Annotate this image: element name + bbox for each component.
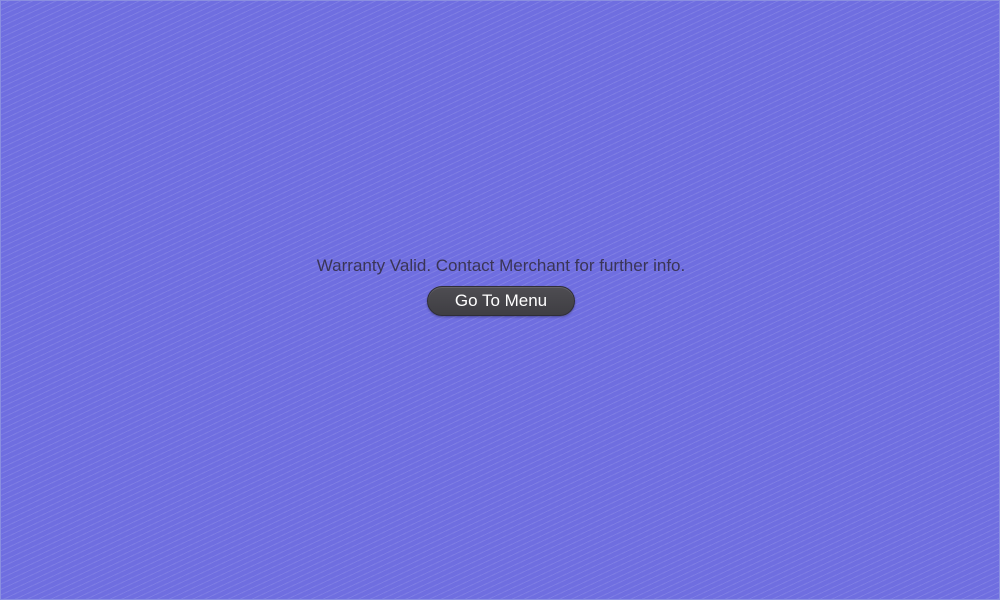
go-to-menu-button[interactable]: Go To Menu <box>427 286 575 316</box>
warranty-status-screen: Warranty Valid. Contact Merchant for fur… <box>0 0 1000 600</box>
warranty-status-message: Warranty Valid. Contact Merchant for fur… <box>316 256 686 275</box>
